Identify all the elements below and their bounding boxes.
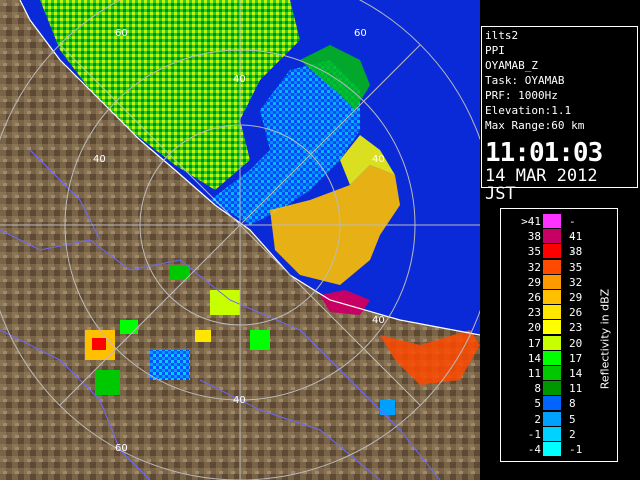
legend-upper-bound: 26: [569, 306, 583, 320]
legend-lower-bound: 29: [527, 275, 541, 289]
elevation-value: Elevation:1.1: [485, 104, 572, 117]
site-name: ilts2: [485, 29, 519, 42]
legend-upper-bound: 8: [569, 397, 576, 411]
scan-mode: PPI: [485, 44, 505, 57]
legend-lower-bound: 17: [527, 336, 541, 350]
range-label-s: 40: [233, 395, 246, 406]
range-label-ne: 40: [372, 154, 385, 165]
legend-lower-bound: 14: [527, 351, 541, 365]
legend-lower-bound: 2: [534, 412, 541, 426]
observation-time: 11:01:03: [485, 138, 603, 168]
observation-date: 14 MAR 2012 JST: [485, 166, 598, 204]
range-label-sw: 60: [115, 443, 128, 454]
reflectivity-legend: >41 --- 38 41 35 38 32 35 29 32 26 29 23 26 20 23 17 20 14…: [500, 208, 618, 462]
legend-upper-bound: 17: [569, 351, 583, 365]
legend-row: 38 41: [505, 229, 582, 244]
legend-row: >41 ---: [505, 214, 576, 258]
radar-ppi-display[interactable]: 60 40 40 40 40 40 60 60: [0, 0, 480, 480]
max-range-value: Max Range:60 km: [485, 119, 585, 132]
legend-upper-bound: 41: [569, 230, 583, 244]
legend-upper-bound: 23: [569, 321, 583, 335]
legend-row: 29 32: [505, 274, 582, 290]
legend-row: 35 38: [505, 244, 582, 259]
legend-color-swatch: [543, 229, 561, 244]
product-name: OYAMAB_Z: [485, 59, 538, 72]
legend-color-swatch: [543, 426, 561, 441]
legend-upper-bound: 35: [569, 260, 583, 274]
range-label-ne-outer: 60: [354, 28, 367, 39]
legend-upper-bound: 38: [569, 245, 583, 259]
legend-color-swatch: [543, 396, 561, 411]
legend-upper-bound: -1: [569, 443, 583, 456]
legend-row: 17 20: [505, 335, 582, 351]
legend-color-swatch: [543, 214, 561, 228]
legend-row: 25: [505, 411, 576, 427]
legend-color-swatch: [543, 411, 561, 426]
legend-row: 14 17: [505, 350, 582, 366]
legend-caption-text: Reflectivity in dBZ: [598, 288, 612, 390]
legend-lower-bound: 32: [527, 260, 541, 274]
legend-lower-bound: 20: [527, 321, 541, 335]
legend-lower-bound: 8: [534, 382, 541, 396]
legend-lower-bound: 38: [527, 230, 541, 244]
legend-color-swatch: [543, 366, 561, 380]
range-label-n: 40: [233, 74, 246, 85]
range-label-nw: 60: [115, 28, 128, 39]
legend-row: -4 -1: [505, 442, 582, 457]
range-label-w: 40: [93, 154, 106, 165]
prf-value: PRF: 1000Hz: [485, 89, 558, 102]
legend-color-swatch: [543, 244, 561, 259]
legend-color-swatch: [543, 305, 561, 320]
legend-upper-bound: 11: [569, 382, 583, 396]
legend-upper-bound: 32: [569, 275, 583, 289]
legend-color-swatch: [543, 259, 561, 274]
legend-color-swatch: [543, 274, 561, 289]
legend-color-swatch: [543, 381, 561, 396]
legend-row: 8 11: [505, 381, 582, 396]
legend-upper-bound: 14: [569, 367, 583, 380]
legend-color-swatch: [543, 350, 561, 365]
legend-caption: Reflectivity in dBZ: [597, 229, 613, 449]
legend-upper-bound: 5: [569, 412, 576, 426]
legend-upper-bound: 20: [569, 336, 583, 350]
legend-lower-bound: -1: [527, 427, 541, 441]
legend-row: 23 26: [505, 305, 582, 320]
legend-lower-bound: 35: [527, 245, 541, 259]
legend-upper-bound: 29: [569, 291, 583, 304]
legend-row: 20 23: [505, 320, 582, 335]
legend-color-swatch: [543, 335, 561, 350]
legend-lower-bound: 5: [534, 397, 541, 411]
legend-row: 26 29: [505, 290, 582, 305]
task-name: Task: OYAMAB: [485, 74, 565, 87]
legend-lower-bound: 26: [527, 291, 541, 304]
legend-lower-bound: >41: [521, 215, 541, 228]
legend-lower-bound: 11: [527, 367, 541, 380]
legend-row: 32 35: [505, 259, 582, 275]
legend-row: 11 14: [505, 366, 582, 381]
radar-info-panel: ilts2 PPI OYAMAB_Z Task: OYAMAB PRF: 100…: [481, 26, 638, 203]
legend-upper-bound: 2: [569, 427, 576, 441]
legend-lower-bound: 23: [527, 306, 541, 320]
legend-row: 58: [505, 396, 576, 411]
range-label-e: 40: [372, 315, 385, 326]
legend-color-swatch: [543, 290, 561, 304]
legend-row: -1 2: [505, 426, 576, 442]
legend-color-swatch: [543, 442, 561, 456]
legend-color-swatch: [543, 320, 561, 335]
legend-lower-bound: -4: [527, 443, 541, 456]
